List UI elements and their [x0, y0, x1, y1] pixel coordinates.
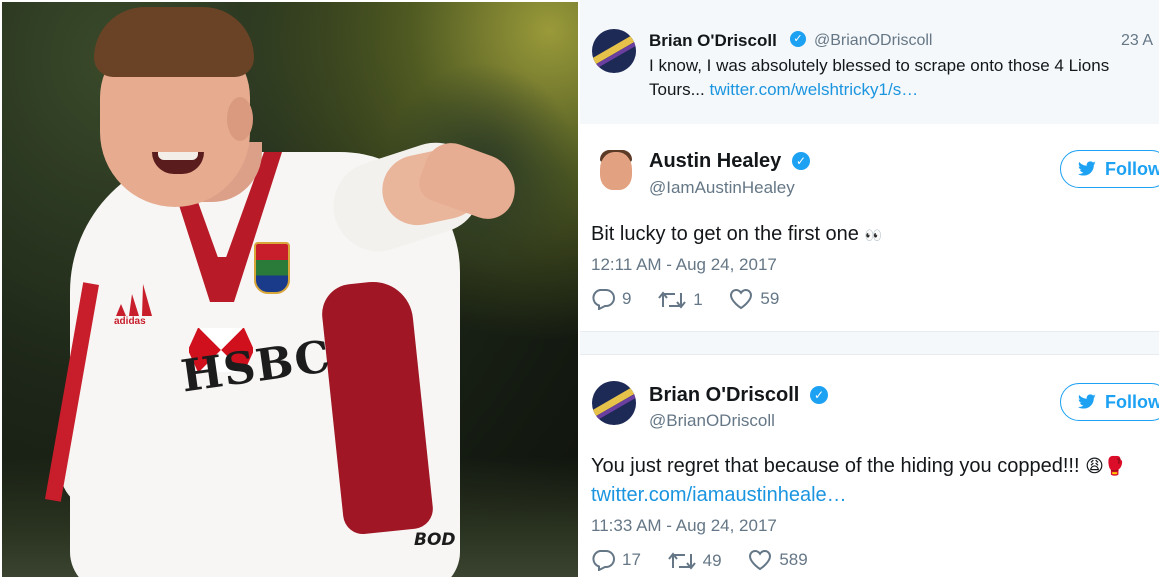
svg-text:adidas: adidas	[114, 316, 146, 324]
player-photo: adidas HSBC BOD	[2, 2, 578, 577]
tweet-emoji: 😩🥊	[1085, 456, 1127, 476]
tweet-text: You just regret that because of the hidi…	[591, 455, 1126, 478]
retweet-icon	[658, 291, 686, 309]
reply-count: 9	[622, 289, 632, 308]
player-hair	[94, 7, 254, 77]
tweet-text-content: You just regret that because of the hidi…	[591, 455, 1080, 477]
retweet-action[interactable]: 49	[667, 551, 722, 571]
player-teeth	[158, 152, 198, 160]
tweet-timestamp[interactable]: 12:11 AM - Aug 24, 2017	[591, 255, 777, 275]
follow-label: Follow	[1105, 392, 1159, 412]
lions-crest-icon	[254, 242, 290, 294]
tweet-link[interactable]: twitter.com/welshtricky1/s…	[709, 80, 918, 99]
tweet-timestamp[interactable]: 11:33 AM - Aug 24, 2017	[591, 516, 777, 536]
jersey-bod-label: BOD	[414, 530, 456, 550]
reply-icon	[592, 550, 615, 571]
player-ear	[227, 97, 253, 141]
tweet-link[interactable]: twitter.com/iamaustinheale…	[591, 484, 847, 507]
avatar[interactable]	[594, 148, 638, 192]
follow-label: Follow	[1105, 159, 1159, 179]
reply-icon	[592, 289, 615, 310]
like-count: 59	[760, 289, 780, 308]
tweet-text: I know, I was absolutely blessed to scra…	[649, 56, 1110, 75]
tweet-date[interactable]: 23 A	[1121, 32, 1153, 50]
avatar[interactable]	[592, 381, 636, 425]
tweet-gap	[580, 332, 1159, 354]
like-count: 589	[779, 550, 808, 569]
avatar-face	[600, 152, 632, 190]
tweet-text-line2: Tours... twitter.com/welshtricky1/s…	[649, 80, 918, 100]
heart-icon	[749, 549, 772, 571]
follow-button[interactable]: Follow	[1060, 150, 1159, 188]
tweet-actions: 17 49 589	[591, 549, 830, 576]
quoted-tweet[interactable]: Brian O'Driscoll ✓ @BrianODriscoll 23 A …	[580, 0, 1159, 124]
reply-count: 17	[622, 550, 641, 569]
retweet-count: 49	[702, 551, 722, 570]
tweet-author-handle[interactable]: @BrianODriscoll	[649, 411, 775, 431]
verified-icon: ✓	[792, 152, 810, 170]
tweet-text-prefix: Tours...	[649, 80, 710, 99]
tweet-author-handle[interactable]: @IamAustinHealey	[649, 178, 795, 198]
tweet-author-name[interactable]: Austin Healey	[649, 150, 781, 173]
tweets-panel: Brian O'Driscoll ✓ @BrianODriscoll 23 A …	[580, 0, 1159, 579]
like-action[interactable]: 589	[748, 549, 808, 571]
verified-icon: ✓	[790, 31, 806, 47]
follow-button[interactable]: Follow	[1060, 383, 1159, 421]
heart-icon	[730, 288, 753, 310]
tweet-text: Bit lucky to get on the first one 👀	[591, 223, 882, 246]
tweet-author-name[interactable]: Brian O'Driscoll	[649, 384, 799, 407]
reply-action[interactable]: 17	[591, 549, 641, 571]
avatar[interactable]	[592, 29, 636, 73]
twitter-bird-icon	[1078, 161, 1096, 176]
retweet-action[interactable]: 1	[658, 290, 703, 310]
tweet-author-handle[interactable]: @BrianODriscoll	[814, 32, 932, 50]
tweet-text-content: Bit lucky to get on the first one	[591, 223, 859, 245]
like-action[interactable]: 59	[729, 288, 779, 310]
verified-icon: ✓	[810, 386, 828, 404]
adidas-logo-icon: adidas	[114, 284, 152, 324]
retweet-icon	[667, 552, 696, 570]
tweet-separator	[580, 354, 1159, 355]
tweet-actions: 9 1 59	[591, 288, 801, 315]
tweet-author-name[interactable]: Brian O'Driscoll	[649, 31, 777, 51]
twitter-bird-icon	[1078, 394, 1096, 409]
retweet-count: 1	[693, 290, 703, 309]
reply-action[interactable]: 9	[591, 288, 631, 310]
eyes-emoji: 👀	[864, 227, 882, 243]
